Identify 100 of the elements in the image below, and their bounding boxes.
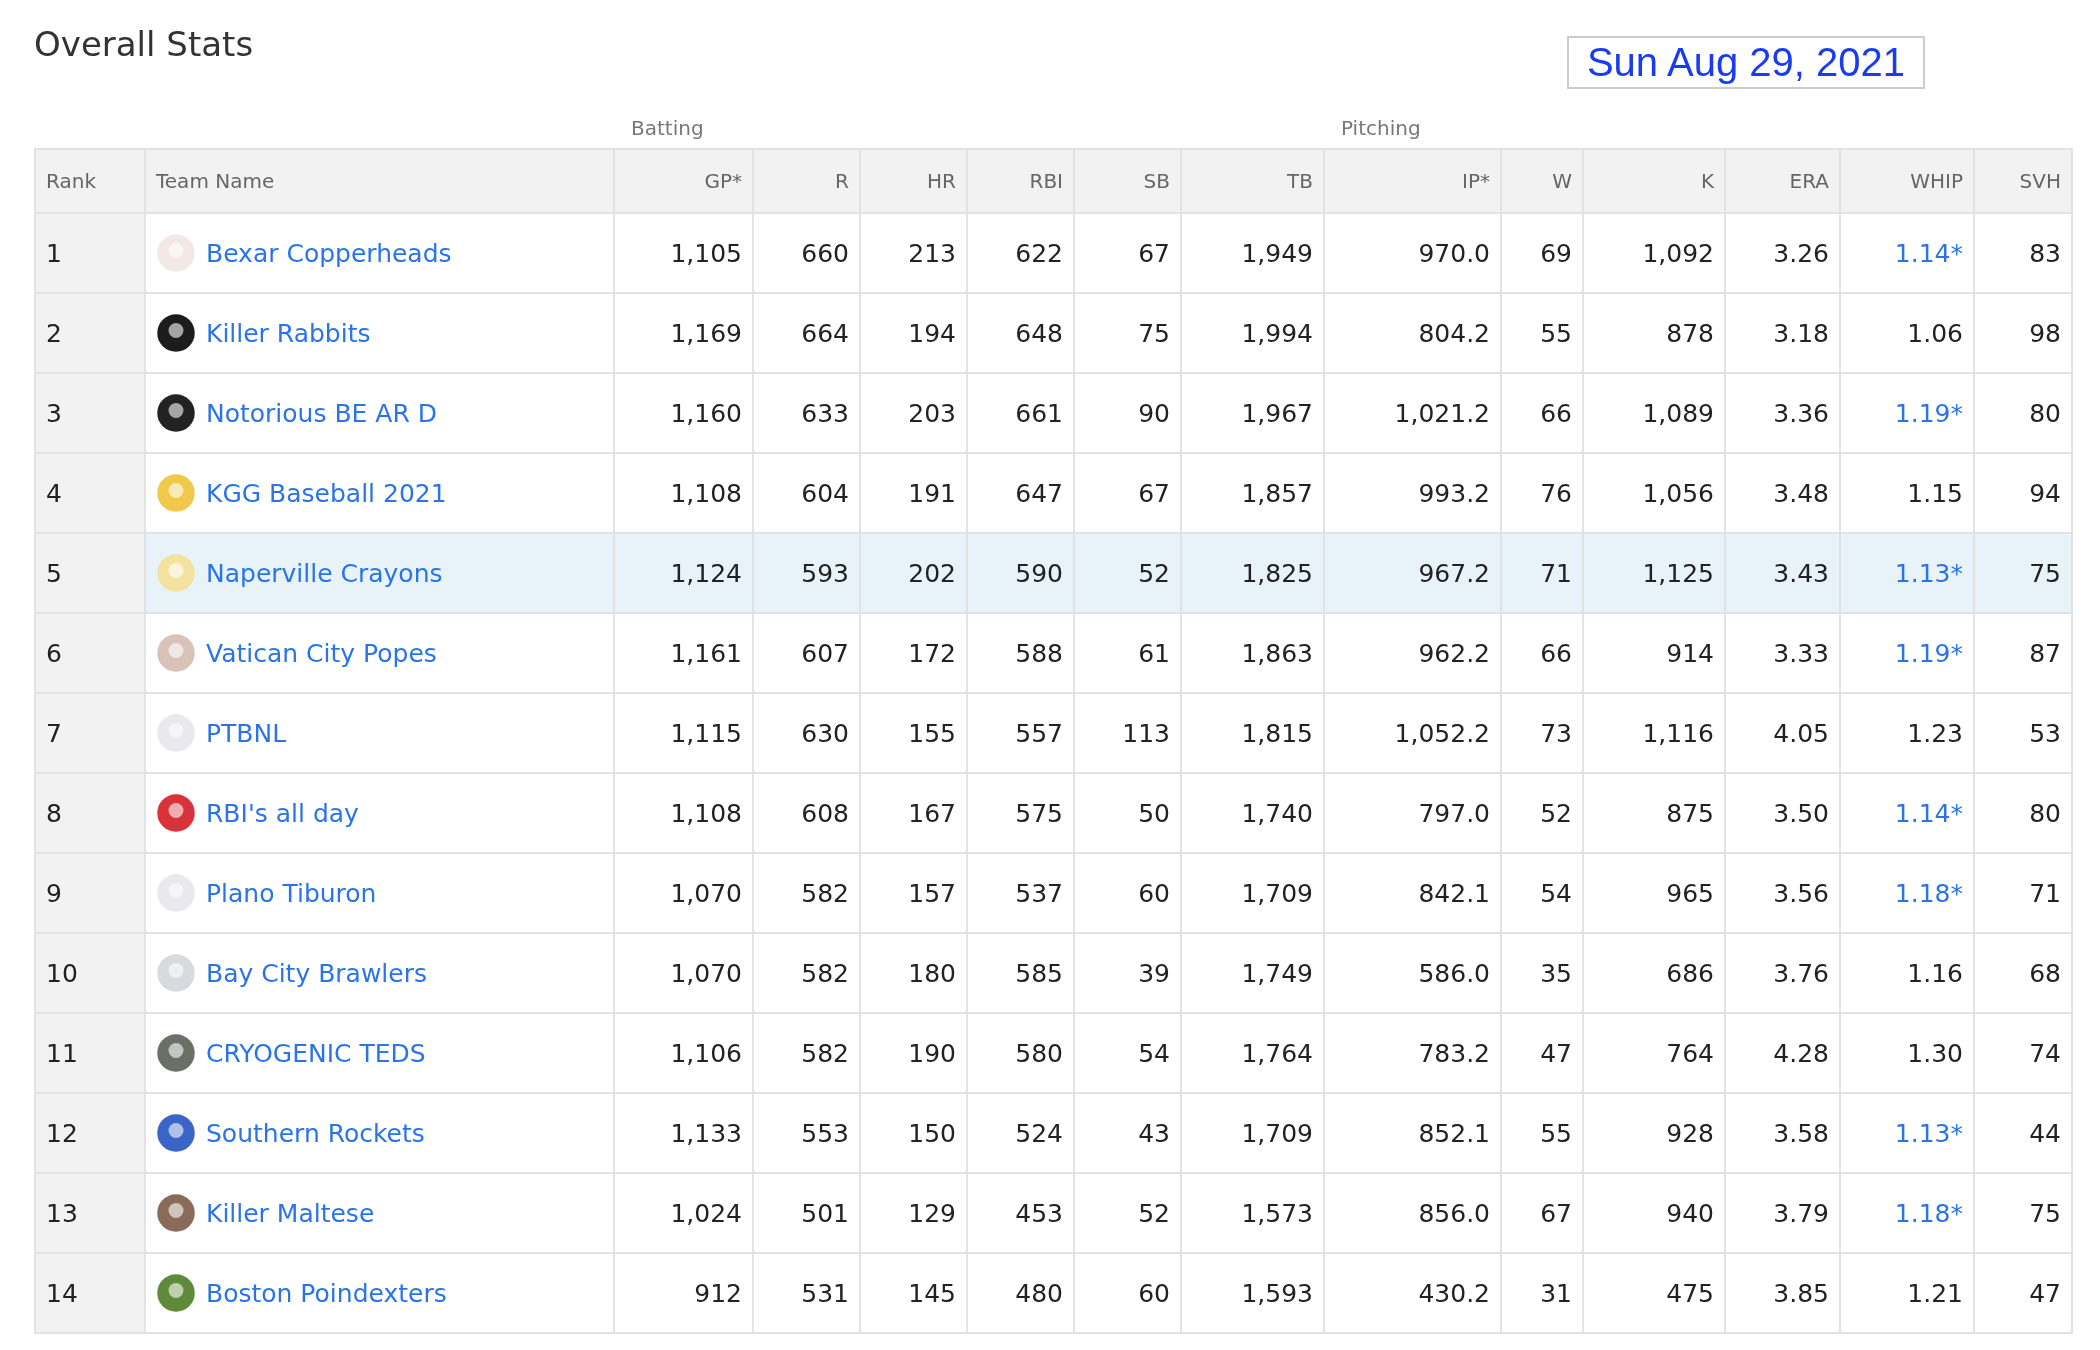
table-cell: 35 <box>1500 934 1582 1012</box>
column-header[interactable]: W <box>1500 150 1582 212</box>
team-link[interactable]: Bay City Brawlers <box>206 958 427 988</box>
team-link[interactable]: Vatican City Popes <box>206 638 437 668</box>
table-cell: 190 <box>859 1014 966 1092</box>
table-cell: 1,709 <box>1180 854 1323 932</box>
rank-cell: 2 <box>34 294 144 372</box>
column-header[interactable]: Team Name <box>144 150 613 212</box>
team-link[interactable]: KGG Baseball 2021 <box>206 478 447 508</box>
table-row[interactable]: 5 Naperville Crayons 1,124 593 202 590 52 1,825 967.2 71 1,125 3.43 1.13* 75 <box>34 534 2073 614</box>
table-cell: 1.23 <box>1839 694 1973 772</box>
table-cell: 1,108 <box>613 774 752 852</box>
table-cell: 55 <box>1500 294 1582 372</box>
table-cell: 1,825 <box>1180 534 1323 612</box>
table-cell: 1,024 <box>613 1174 752 1252</box>
team-link[interactable]: Killer Rabbits <box>206 318 371 348</box>
team-logo <box>156 633 196 673</box>
table-cell: 878 <box>1582 294 1724 372</box>
table-cell: 842.1 <box>1323 854 1500 932</box>
table-row[interactable]: 8 RBI's all day 1,108 608 167 575 50 1,740 797.0 52 875 3.50 1.14* 80 <box>34 774 2073 854</box>
column-header[interactable]: K <box>1582 150 1724 212</box>
column-header[interactable]: ERA <box>1724 150 1839 212</box>
table-cell: 1,125 <box>1582 534 1724 612</box>
table-cell: 804.2 <box>1323 294 1500 372</box>
whip-link[interactable]: 1.14* <box>1894 798 1963 828</box>
team-logo <box>156 1113 196 1153</box>
table-cell: 54 <box>1500 854 1582 932</box>
team-link[interactable]: Plano Tiburon <box>206 878 377 908</box>
whip-link[interactable]: 1.13* <box>1894 558 1963 588</box>
table-row[interactable]: 2 Killer Rabbits 1,169 664 194 648 75 1,994 804.2 55 878 3.18 1.06 98 <box>34 294 2073 374</box>
table-cell: 1,133 <box>613 1094 752 1172</box>
table-row[interactable]: 3 Notorious BE AR D 1,160 633 203 661 90 1,967 1,021.2 66 1,089 3.36 1.19* 80 <box>34 374 2073 454</box>
team-link[interactable]: Boston Poindexters <box>206 1278 447 1308</box>
rank-cell: 9 <box>34 854 144 932</box>
table-row[interactable]: 1 Bexar Copperheads 1,105 660 213 622 67 1,949 970.0 69 1,092 3.26 1.14* 83 <box>34 214 2073 294</box>
team-link[interactable]: RBI's all day <box>206 798 359 828</box>
column-header[interactable]: GP* <box>613 150 752 212</box>
table-row[interactable]: 12 Southern Rockets 1,133 553 150 524 43 1,709 852.1 55 928 3.58 1.13* 44 <box>34 1094 2073 1174</box>
table-row[interactable]: 14 Boston Poindexters 912 531 145 480 60 1,593 430.2 31 475 3.85 1.21 47 <box>34 1254 2073 1334</box>
column-header[interactable]: TB <box>1180 150 1323 212</box>
column-header[interactable]: RBI <box>966 150 1073 212</box>
table-cell: 590 <box>966 534 1073 612</box>
column-header[interactable]: HR <box>859 150 966 212</box>
column-header[interactable]: SVH <box>1973 150 2073 212</box>
table-cell: 582 <box>752 854 859 932</box>
table-row[interactable]: 7 PTBNL 1,115 630 155 557 113 1,815 1,052.2 73 1,116 4.05 1.23 53 <box>34 694 2073 774</box>
table-cell: 524 <box>966 1094 1073 1172</box>
table-row[interactable]: 11 CRYOGENIC TEDS 1,106 582 190 580 54 1,764 783.2 47 764 4.28 1.30 74 <box>34 1014 2073 1094</box>
whip-link[interactable]: 1.14* <box>1894 238 1963 268</box>
table-cell: 648 <box>966 294 1073 372</box>
team-link[interactable]: CRYOGENIC TEDS <box>206 1038 426 1068</box>
table-cell: 54 <box>1073 1014 1180 1092</box>
team-link[interactable]: Bexar Copperheads <box>206 238 452 268</box>
whip-link[interactable]: 1.19* <box>1894 638 1963 668</box>
team-link[interactable]: Notorious BE AR D <box>206 398 437 428</box>
table-cell: 660 <box>752 214 859 292</box>
table-cell: 172 <box>859 614 966 692</box>
table-cell: 3.50 <box>1724 774 1839 852</box>
table-cell: 1,593 <box>1180 1254 1323 1332</box>
table-cell: 1,994 <box>1180 294 1323 372</box>
team-link[interactable]: Southern Rockets <box>206 1118 425 1148</box>
table-cell: 875 <box>1582 774 1724 852</box>
table-cell: 1,124 <box>613 534 752 612</box>
table-cell: 52 <box>1500 774 1582 852</box>
rank-cell: 1 <box>34 214 144 292</box>
team-logo <box>156 313 196 353</box>
column-header[interactable]: Rank <box>34 150 144 212</box>
team-link[interactable]: PTBNL <box>206 718 287 748</box>
table-cell: 501 <box>752 1174 859 1252</box>
table-cell: 1,764 <box>1180 1014 1323 1092</box>
table-cell: 480 <box>966 1254 1073 1332</box>
column-header[interactable]: WHIP <box>1839 150 1973 212</box>
table-cell: 1,116 <box>1582 694 1724 772</box>
team-link[interactable]: Killer Maltese <box>206 1198 375 1228</box>
team-logo <box>156 393 196 433</box>
table-row[interactable]: 13 Killer Maltese 1,024 501 129 453 52 1,573 856.0 67 940 3.79 1.18* 75 <box>34 1174 2073 1254</box>
table-row[interactable]: 10 Bay City Brawlers 1,070 582 180 585 39 1,749 586.0 35 686 3.76 1.16 68 <box>34 934 2073 1014</box>
whip-link[interactable]: 1.18* <box>1894 1198 1963 1228</box>
whip-link[interactable]: 1.18* <box>1894 878 1963 908</box>
rank-cell: 13 <box>34 1174 144 1252</box>
table-cell: 52 <box>1073 1174 1180 1252</box>
table-cell: 1,108 <box>613 454 752 532</box>
whip-link[interactable]: 1.19* <box>1894 398 1963 428</box>
table-cell: 3.79 <box>1724 1174 1839 1252</box>
team-link[interactable]: Naperville Crayons <box>206 558 443 588</box>
table-cell: 1,740 <box>1180 774 1323 852</box>
table-cell: 607 <box>752 614 859 692</box>
table-cell: 664 <box>752 294 859 372</box>
column-group-label: Batting <box>631 116 704 140</box>
table-cell: 575 <box>966 774 1073 852</box>
table-cell: 71 <box>1973 854 2073 932</box>
whip-link[interactable]: 1.13* <box>1894 1118 1963 1148</box>
column-header[interactable]: R <box>752 150 859 212</box>
table-row[interactable]: 6 Vatican City Popes 1,161 607 172 588 61 1,863 962.2 66 914 3.33 1.19* 87 <box>34 614 2073 694</box>
column-header[interactable]: IP* <box>1323 150 1500 212</box>
table-cell: 856.0 <box>1323 1174 1500 1252</box>
table-row[interactable]: 9 Plano Tiburon 1,070 582 157 537 60 1,709 842.1 54 965 3.56 1.18* 71 <box>34 854 2073 934</box>
team-logo <box>156 793 196 833</box>
table-cell: 90 <box>1073 374 1180 452</box>
column-header[interactable]: SB <box>1073 150 1180 212</box>
